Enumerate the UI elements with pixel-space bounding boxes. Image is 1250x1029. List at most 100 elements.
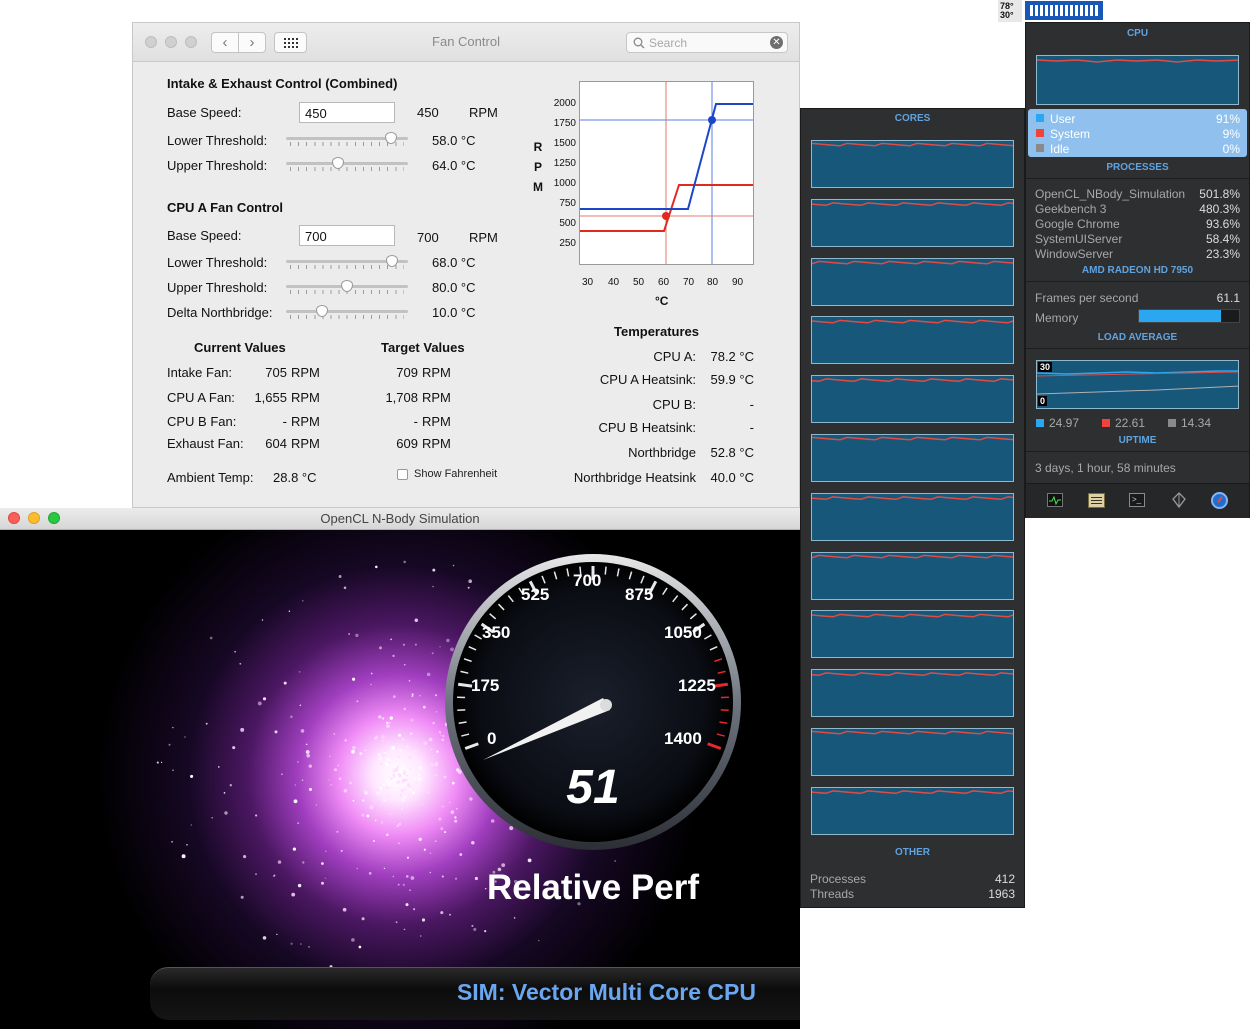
show-fahrenheit-checkbox[interactable] <box>397 469 408 480</box>
star <box>223 792 226 794</box>
legend-swatch-idle <box>1036 144 1044 152</box>
load-15min-line <box>1037 385 1238 395</box>
divider <box>1026 348 1249 349</box>
core-graph <box>811 786 1014 835</box>
intake-upper-threshold-slider[interactable] <box>286 157 408 171</box>
intake-fan-target: 709 <box>396 365 418 380</box>
cpu-a-base-speed-input[interactable]: 700 <box>299 225 395 246</box>
core-system-line <box>812 378 1013 383</box>
star <box>352 745 356 750</box>
slider-track <box>286 162 408 165</box>
star <box>392 654 395 658</box>
cpu-panel: CPU User 91% System 9% Idle 0% PROCESSES… <box>1025 22 1250 518</box>
disk-utility-icon[interactable] <box>1170 491 1188 509</box>
star <box>400 788 404 793</box>
show-fahrenheit-label[interactable]: Show Fahrenheit <box>414 468 497 480</box>
star <box>172 769 174 772</box>
threads-label: Threads <box>810 887 855 901</box>
star <box>399 768 402 771</box>
star <box>262 697 267 701</box>
slider-knob[interactable] <box>315 305 328 317</box>
intake-lower-threshold-slider[interactable] <box>286 132 408 146</box>
star <box>383 751 387 755</box>
slider-ticks <box>290 167 404 171</box>
cpu-header: CPU <box>1126 28 1149 39</box>
cpu-a-base-speed-unit: RPM <box>469 230 498 245</box>
star <box>375 771 377 774</box>
legend-value-idle: 0% <box>1222 142 1240 156</box>
star <box>356 867 358 870</box>
star <box>410 718 414 722</box>
star <box>390 638 393 641</box>
fan-curve-chart[interactable] <box>579 81 754 265</box>
star <box>386 757 391 762</box>
star <box>527 858 532 863</box>
star <box>356 700 359 703</box>
cpu-a-upper-threshold-value: 80.0 °C <box>432 280 476 295</box>
cpu-a-lower-threshold-slider[interactable] <box>286 255 408 269</box>
star <box>375 565 378 569</box>
star <box>392 775 395 778</box>
star <box>398 842 400 844</box>
star <box>409 786 412 789</box>
core-system-line <box>812 436 1013 441</box>
star <box>401 808 403 811</box>
simulation-canvas[interactable]: 0 175 350 525 700 875 1050 1225 1400 51 … <box>0 530 800 1029</box>
intake-base-speed-input[interactable]: 450 <box>299 102 395 123</box>
star <box>418 766 422 770</box>
star <box>299 704 302 707</box>
star <box>407 782 411 786</box>
star <box>421 918 426 922</box>
star <box>364 749 366 752</box>
star <box>291 892 296 897</box>
star <box>240 727 245 732</box>
star <box>172 726 174 729</box>
star <box>379 646 382 650</box>
star <box>403 928 406 931</box>
star <box>387 781 392 786</box>
star <box>380 762 383 766</box>
chart-x-tick: 60 <box>658 277 670 288</box>
core-graph <box>811 551 1014 600</box>
terminal-icon[interactable]: >_ <box>1129 493 1145 507</box>
console-icon[interactable] <box>1088 493 1105 508</box>
load-value-1: 24.97 <box>1049 416 1080 430</box>
delta-northbridge-slider[interactable] <box>286 305 408 319</box>
other-header: OTHER <box>895 847 930 858</box>
star <box>370 683 372 686</box>
temp-label: CPU B: <box>652 397 696 412</box>
core-system-line <box>812 495 1013 500</box>
menubar-temp-widget[interactable]: 78° 30° <box>998 0 1022 22</box>
star <box>388 721 391 724</box>
cpu-a-upper-threshold-slider[interactable] <box>286 280 408 294</box>
star <box>290 942 293 945</box>
processes-label: Processes <box>810 872 867 886</box>
load-average-graph: 30 0 <box>1036 360 1239 409</box>
star <box>389 716 393 720</box>
star <box>300 943 302 945</box>
core-usage-trace <box>812 378 1013 383</box>
star <box>410 732 413 735</box>
cpu-a-lower-threshold-label: Lower Threshold: <box>167 255 268 270</box>
load-swatch-1 <box>1036 419 1044 427</box>
star <box>349 781 352 785</box>
clear-search-icon[interactable]: ✕ <box>770 36 783 49</box>
star <box>369 805 374 810</box>
menubar-cpu-bars-icon[interactable] <box>1025 1 1103 20</box>
star <box>376 791 380 796</box>
cpu-a-lower-threshold-value: 68.0 °C <box>432 255 476 270</box>
star <box>394 785 396 787</box>
activity-monitor-icon[interactable] <box>1047 493 1063 507</box>
star <box>255 814 258 817</box>
core-system-line <box>812 672 1013 677</box>
star <box>395 788 398 792</box>
istat-gauge-icon[interactable] <box>1211 492 1228 509</box>
search-field[interactable]: Search ✕ <box>626 32 788 53</box>
sim-mode-label[interactable]: SIM: Vector Multi Core CPU <box>150 979 756 1006</box>
process-name: OpenCL_NBody_Simulation <box>1035 187 1186 201</box>
star <box>405 903 409 907</box>
star <box>408 680 411 682</box>
load-value-2: 22.61 <box>1115 416 1146 430</box>
star <box>380 821 384 824</box>
star <box>376 789 380 792</box>
